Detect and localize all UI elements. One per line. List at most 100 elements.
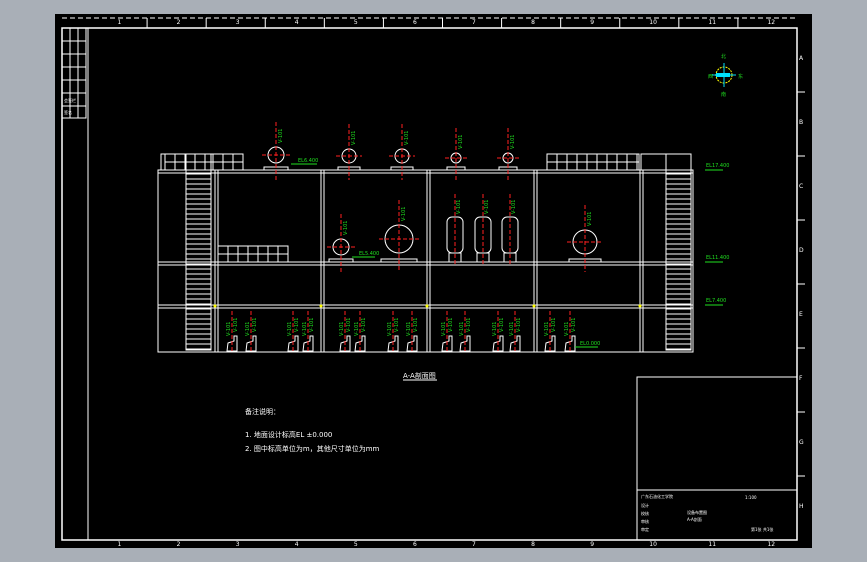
column-label: 8 (531, 541, 535, 548)
title-block-label: 校核 (641, 510, 649, 516)
column-label: 11 (708, 541, 716, 548)
row-label: E (799, 311, 803, 318)
elevation-label: EL7.400 (706, 298, 726, 304)
column-label: 6 (413, 19, 417, 26)
column-label: 4 (295, 19, 299, 26)
equipment-tag: V-101 (441, 322, 447, 336)
tank (501, 216, 519, 254)
equipment-tag: V-101 (401, 207, 407, 221)
row-label: A (799, 55, 804, 62)
column-label: 11 (708, 19, 716, 26)
equipment-tag: V-101 (492, 322, 498, 336)
equipment-tag: V-101 (510, 135, 516, 149)
tank (446, 216, 464, 254)
compass-west: 西 (708, 74, 713, 80)
equipment-tag: V-101 (458, 135, 464, 149)
equipment-tag: V-101 (551, 318, 557, 332)
equipment-tag: V-101 (544, 322, 550, 336)
notes-title: 备注说明： (245, 407, 280, 416)
column-label: 8 (531, 19, 535, 26)
equipment-tag: V-101 (387, 322, 393, 336)
equipment-tag: V-101 (294, 318, 300, 332)
compass-south: 南 (721, 91, 726, 98)
equipment-tag: V-101 (511, 200, 517, 214)
equipment-tag: V-101 (516, 318, 522, 332)
row-label: D (799, 247, 804, 254)
elevation-label: EL11.400 (706, 255, 729, 261)
column-label: 10 (649, 541, 657, 548)
title-block-sheet: 第1张 共1张 (751, 526, 773, 532)
row-label: B (799, 119, 803, 126)
equipment-tag: V-101 (339, 322, 345, 336)
equipment-tag: V-101 (346, 318, 352, 332)
railing (640, 153, 667, 171)
equipment-tag: V-101 (354, 322, 360, 336)
equipment-tag: V-101 (287, 322, 293, 336)
elevation-label: EL5.400 (359, 251, 379, 257)
stair-frame (185, 153, 212, 351)
equipment-tag: V-101 (564, 322, 570, 336)
equipment-tag: V-101 (302, 322, 308, 336)
column-label: 10 (649, 19, 657, 26)
compass-north: 北 (721, 53, 726, 60)
equipment-tag: V-101 (233, 318, 239, 332)
title-block-scale: 1:100 (745, 495, 757, 500)
title-block-drawing-name: 设备布置图 (687, 509, 707, 515)
column-label: 5 (354, 541, 358, 548)
equipment-tag: V-101 (466, 318, 472, 332)
column-label: 6 (413, 541, 417, 548)
column-label: 3 (236, 541, 240, 548)
elevation-label: EL6.400 (298, 158, 318, 164)
section-title: A-A剖面图 (403, 371, 436, 380)
equipment-tag: V-101 (404, 131, 410, 145)
equipment-tag: V-101 (484, 200, 490, 214)
compass-east: 东 (738, 73, 743, 80)
title-block-school: 广东石油化工学院 (641, 493, 673, 499)
grid-labels: 112233445566778899101011111212ABCDEFGH (118, 18, 805, 548)
title-block-label: 审核 (641, 518, 649, 524)
equipment-tag: V-101 (361, 318, 367, 332)
column-label: 9 (590, 19, 594, 26)
column-label: 1 (118, 19, 122, 26)
equipment: V-101 V-101 V-101 V-101 V-101V-101V-101 V-101… (226, 122, 603, 352)
column-label: 2 (177, 19, 181, 26)
column-label: 3 (236, 19, 240, 26)
column-label: 12 (767, 19, 775, 26)
column-label: 7 (472, 541, 476, 548)
stair-frame (665, 153, 692, 351)
title-block-sub-name: A-A剖面 (687, 516, 702, 522)
equipment-tag: V-101 (571, 318, 577, 332)
equipment-tag: V-101 (278, 129, 284, 143)
equipment-tag: V-101 (459, 322, 465, 336)
equipment-tag: V-101 (343, 221, 349, 235)
row-label: F (799, 375, 803, 382)
row-label: C (799, 183, 803, 190)
equipment-tag: V-101 (394, 318, 400, 332)
row-label: G (799, 439, 804, 446)
equipment-tag: V-101 (509, 322, 515, 336)
tank (474, 216, 492, 254)
column-label: 4 (295, 541, 299, 548)
compass-icon: 北 南 西 东 (708, 53, 743, 98)
column-label: 2 (177, 541, 181, 548)
equipment-tag: V-101 (252, 318, 258, 332)
title-block-label: 设计 (641, 502, 649, 508)
note-2: 2. 图中标高单位为m，其他尺寸单位为mm (245, 444, 380, 453)
equipment-tag: V-101 (499, 318, 505, 332)
side-table: 会签栏 签名 (61, 27, 87, 119)
column-label: 9 (590, 541, 594, 548)
row-label: H (799, 503, 804, 510)
equipment-tag: V-101 (406, 322, 412, 336)
equipment-tag: V-101 (587, 212, 593, 226)
side-table-label: 会签栏 (64, 97, 76, 103)
side-table-label: 签名 (64, 109, 72, 115)
stairs (160, 153, 692, 351)
equipment-tag: V-101 (226, 322, 232, 336)
equipment-tag: V-101 (413, 318, 419, 332)
title-block-label: 审定 (641, 526, 649, 532)
column-label: 7 (472, 19, 476, 26)
column-label: 5 (354, 19, 358, 26)
note-1: 1. 地面设计标高EL ±0.000 (245, 430, 332, 439)
equipment-tag: V-101 (309, 318, 315, 332)
equipment-tag: V-101 (351, 131, 357, 145)
